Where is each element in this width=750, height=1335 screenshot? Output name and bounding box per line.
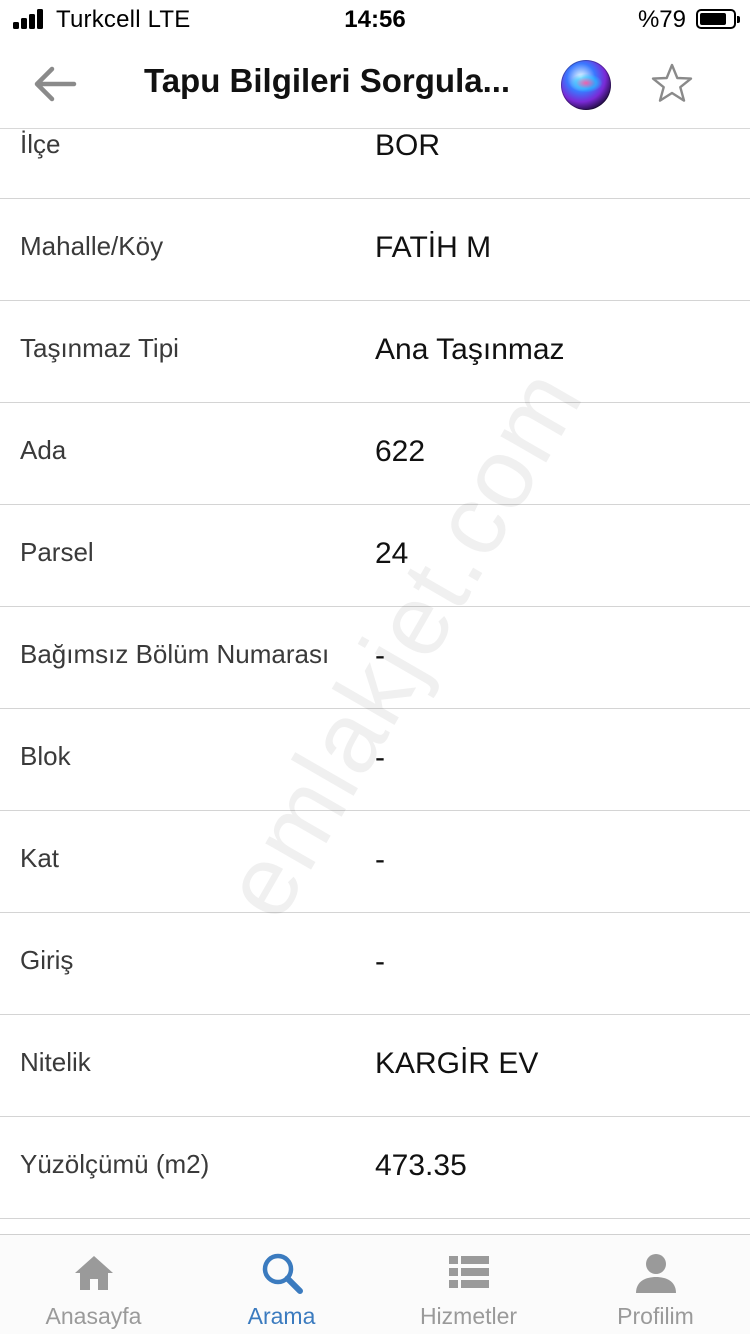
tab-arama[interactable]: Arama (188, 1235, 375, 1335)
property-details-list: İlçe BOR Mahalle/Köy FATİH M Taşınmaz Ti… (0, 129, 750, 1234)
star-outline-icon (651, 63, 693, 102)
tab-anasayfa[interactable]: Anasayfa (0, 1235, 187, 1335)
detail-row-yuzolcumu: Yüzölçümü (m2) 473.35 (0, 1117, 750, 1219)
tab-label: Hizmetler (419, 1303, 518, 1329)
detail-label: Bağımsız Bölüm Numarası (20, 639, 330, 669)
detail-row-bagimsiz-bolum: Bağımsız Bölüm Numarası - (0, 607, 750, 709)
detail-row-tasinmaz-tipi: Taşınmaz Tipi Ana Taşınmaz (0, 301, 750, 403)
siri-icon[interactable] (561, 60, 611, 110)
detail-row-ilce: İlçe BOR (0, 129, 750, 199)
detail-value: BOR (375, 129, 441, 162)
tab-label: Profilim (617, 1303, 694, 1329)
detail-label: Blok (20, 741, 71, 771)
detail-label: Ada (20, 435, 67, 465)
tab-label: Arama (247, 1303, 316, 1329)
person-icon (635, 1254, 676, 1293)
navigation-bar: Tapu Bilgileri Sorgula... (0, 40, 750, 129)
detail-label: Giriş (20, 945, 74, 975)
detail-value: Ana Taşınmaz (375, 333, 565, 366)
search-icon (262, 1253, 303, 1294)
back-button[interactable] (26, 60, 82, 108)
detail-value: 24 (375, 537, 409, 570)
tab-bar: Anasayfa Arama Hizmetler Profilim (0, 1234, 750, 1334)
detail-value: KARGİR EV (375, 1047, 539, 1080)
battery-percentage: %79 (637, 6, 686, 33)
detail-value: - (375, 741, 385, 774)
detail-row-ada: Ada 622 (0, 403, 750, 505)
home-icon (74, 1256, 113, 1290)
detail-row-blok: Blok - (0, 709, 750, 811)
battery-icon (696, 9, 740, 29)
detail-value: - (375, 945, 385, 978)
detail-row-parsel: Parsel 24 (0, 505, 750, 607)
detail-value: 473.35 (375, 1149, 467, 1182)
detail-value: - (375, 843, 385, 876)
detail-label: Nitelik (20, 1047, 91, 1077)
detail-label: Parsel (20, 537, 94, 567)
page-title: Tapu Bilgileri Sorgula... (144, 62, 511, 99)
detail-label: İlçe (20, 129, 61, 159)
tab-label: Anasayfa (45, 1303, 142, 1329)
detail-label: Kat (20, 843, 60, 873)
detail-row-mahalle: Mahalle/Köy FATİH M (0, 199, 750, 301)
detail-value: - (375, 639, 385, 672)
list-icon (448, 1256, 489, 1288)
detail-value: FATİH M (375, 231, 492, 264)
favorite-button[interactable] (648, 60, 696, 108)
detail-row-kat: Kat - (0, 811, 750, 913)
detail-label: Yüzölçümü (m2) (20, 1149, 210, 1179)
tab-hizmetler[interactable]: Hizmetler (375, 1235, 562, 1335)
detail-label: Taşınmaz Tipi (20, 333, 179, 363)
arrow-left-icon (34, 66, 77, 102)
status-bar: Turkcell LTE 14:56 %79 (0, 0, 750, 40)
detail-row-nitelik: Nitelik KARGİR EV (0, 1015, 750, 1117)
detail-label: Mahalle/Köy (20, 231, 164, 261)
detail-row-giris: Giriş - (0, 913, 750, 1015)
tab-profilim[interactable]: Profilim (562, 1235, 749, 1335)
detail-value: 622 (375, 435, 426, 468)
